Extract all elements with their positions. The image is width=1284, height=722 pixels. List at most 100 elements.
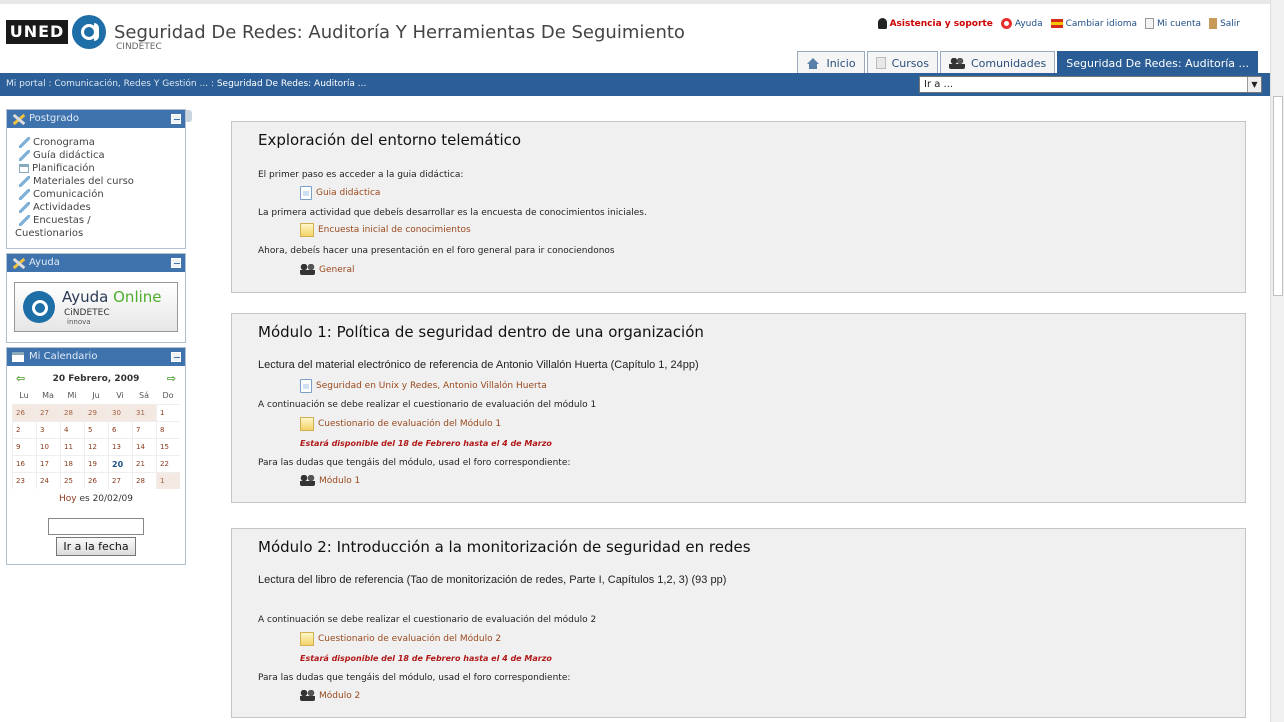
pencil-icon xyxy=(19,215,30,226)
forum-link[interactable]: General xyxy=(300,264,354,275)
calendar-day[interactable]: 31 xyxy=(132,404,156,421)
calendar-day[interactable]: 11 xyxy=(60,438,84,455)
calendar-day[interactable]: 8 xyxy=(156,421,180,438)
collapse-block-icon[interactable] xyxy=(171,114,181,124)
collapse-block-icon[interactable] xyxy=(171,352,181,362)
navigation-bar: Mi portal : Comunicación, Redes Y Gestió… xyxy=(0,73,1270,96)
uned-logo[interactable]: UNED xyxy=(6,20,68,44)
section-1: Módulo 1: Política de seguridad dentro d… xyxy=(231,313,1246,503)
menu-item-encuestas[interactable]: Encuestas / xyxy=(19,214,177,227)
quiz-link[interactable]: Encuesta inicial de conocimientos xyxy=(300,223,471,237)
calendar-day[interactable]: 15 xyxy=(156,438,180,455)
section-0: Exploración del entorno telemático El pr… xyxy=(231,121,1246,293)
section-text: Para las dudas que tengáis del módulo, u… xyxy=(258,458,571,468)
calendar-day[interactable]: 4 xyxy=(60,421,84,438)
calendar-day[interactable]: 12 xyxy=(84,438,108,455)
next-month-arrow-icon[interactable]: ⇨ xyxy=(167,372,176,385)
today-link[interactable]: Hoy xyxy=(59,494,77,504)
calendar-day[interactable]: 28 xyxy=(132,472,156,489)
dropdown-arrow-icon[interactable]: ▼ xyxy=(1247,77,1261,92)
calendar-day[interactable]: 13 xyxy=(108,438,132,455)
vertical-scrollbar[interactable] xyxy=(1270,0,1284,722)
calendar-day[interactable]: 29 xyxy=(84,404,108,421)
menu-item-label: Guía didáctica xyxy=(33,150,105,161)
calendar-day[interactable]: 2 xyxy=(12,421,36,438)
support-label: Asistencia y soporte xyxy=(889,18,993,29)
cindetec-logo-icon[interactable] xyxy=(72,15,106,49)
resource-link[interactable]: Guia didáctica xyxy=(300,186,380,200)
weekday-header: Vi xyxy=(116,391,124,400)
calendar-day[interactable]: 26 xyxy=(12,404,36,421)
menu-item-label: Encuestas / xyxy=(33,215,91,226)
calendar-day[interactable]: 14 xyxy=(132,438,156,455)
calendar-day[interactable]: 16 xyxy=(12,455,36,472)
help-link[interactable]: Ayuda xyxy=(1000,18,1043,29)
ayuda-online-banner[interactable]: Ayuda Online CiNDETEC innova xyxy=(14,282,178,332)
menu-item-cuestionarios[interactable]: Cuestionarios xyxy=(15,227,177,240)
calendar-day[interactable]: 17 xyxy=(36,455,60,472)
calendar-day[interactable]: 23 xyxy=(12,472,36,489)
tab-current-course[interactable]: Seguridad De Redes: Auditoría ... xyxy=(1057,51,1258,74)
calendar-day[interactable]: 24 xyxy=(36,472,60,489)
calendar-day[interactable]: 1 xyxy=(156,472,180,489)
calendar: ⇦ 20 Febrero, 2009 ⇨ Lu Ma Mi Ju Vi Sá Do 26 27 2… xyxy=(7,366,185,564)
resource-label: Módulo 1 xyxy=(319,475,361,486)
calendar-day[interactable]: 21 xyxy=(132,455,156,472)
tab-home[interactable]: Inicio xyxy=(797,51,865,74)
goto-date-button[interactable]: Ir a la fecha xyxy=(56,537,136,556)
calendar-day[interactable]: 1 xyxy=(156,404,180,421)
breadcrumb-path[interactable]: Mi portal : Comunicación, Redes Y Gestió… xyxy=(6,79,217,89)
tab-courses-label: Cursos xyxy=(891,56,929,70)
calendar-day[interactable]: 18 xyxy=(60,455,84,472)
calendar-nav: ⇦ 20 Febrero, 2009 ⇨ xyxy=(12,372,180,389)
menu-item-cronograma[interactable]: Cronograma xyxy=(19,136,177,149)
support-link[interactable]: Asistencia y soporte xyxy=(877,18,993,29)
menu-item-planificacion[interactable]: Planificación xyxy=(19,162,177,175)
language-link[interactable]: Cambiar idioma xyxy=(1050,18,1137,29)
calendar-day[interactable]: 6 xyxy=(108,421,132,438)
calendar-day[interactable]: 20 xyxy=(108,455,132,472)
forum-link[interactable]: Módulo 2 xyxy=(300,690,360,701)
calendar-icon xyxy=(12,352,24,362)
calendar-day[interactable]: 10 xyxy=(36,438,60,455)
calendar-day[interactable]: 19 xyxy=(84,455,108,472)
account-link[interactable]: Mi cuenta xyxy=(1144,18,1201,29)
collapse-block-icon[interactable] xyxy=(171,258,181,268)
calendar-day[interactable]: 27 xyxy=(108,472,132,489)
menu-item-actividades[interactable]: Actividades xyxy=(19,201,177,214)
menu-item-label: Cuestionarios xyxy=(15,228,84,239)
resource-link[interactable]: Seguridad en Unix y Redes, Antonio Villa… xyxy=(300,379,547,393)
menu-item-comunicacion[interactable]: Comunicación xyxy=(19,188,177,201)
calendar-day[interactable]: 9 xyxy=(12,438,36,455)
sidebar-collapse-handle[interactable] xyxy=(186,110,192,122)
calendar-day[interactable]: 3 xyxy=(36,421,60,438)
tab-communities[interactable]: Comunidades xyxy=(939,51,1056,74)
tools-icon xyxy=(11,257,25,269)
section-text: El primer paso es acceder a la guia didá… xyxy=(258,170,464,180)
main-tabs: Inicio Cursos Comunidades Seguridad De R… xyxy=(795,51,1258,74)
calendar-day[interactable]: 25 xyxy=(60,472,84,489)
quiz-link[interactable]: Cuestionario de evaluación del Módulo 2 xyxy=(300,632,501,646)
tab-courses[interactable]: Cursos xyxy=(866,51,938,74)
menu-item-guia[interactable]: Guía didáctica xyxy=(19,149,177,162)
calendar-day[interactable]: 26 xyxy=(84,472,108,489)
calendar-day[interactable]: 5 xyxy=(84,421,108,438)
logout-link[interactable]: Salir xyxy=(1209,18,1240,29)
site-header: UNED CINDETEC Seguridad De Redes: Audito… xyxy=(0,0,1270,74)
postgrado-header: Postgrado xyxy=(7,110,185,128)
calendar-day[interactable]: 7 xyxy=(132,421,156,438)
calendar-day[interactable]: 22 xyxy=(156,455,180,472)
forum-link[interactable]: Módulo 1 xyxy=(300,475,360,486)
scrollbar-thumb[interactable] xyxy=(1273,96,1283,296)
availability-note: Estará disponible del 18 de Febrero hast… xyxy=(300,439,552,448)
date-input[interactable] xyxy=(48,518,144,535)
calendar-day[interactable]: 28 xyxy=(60,404,84,421)
header-links: Asistencia y soporte Ayuda Cambiar idiom… xyxy=(877,18,1240,29)
prev-month-arrow-icon[interactable]: ⇦ xyxy=(16,372,25,385)
section-title: Módulo 2: Introducción a la monitorizaci… xyxy=(258,538,751,556)
jump-to-select[interactable]: Ir a ... ▼ xyxy=(919,76,1262,93)
calendar-day[interactable]: 30 xyxy=(108,404,132,421)
menu-item-materiales[interactable]: Materiales del curso xyxy=(19,175,177,188)
quiz-link[interactable]: Cuestionario de evaluación del Módulo 1 xyxy=(300,417,501,431)
calendar-day[interactable]: 27 xyxy=(36,404,60,421)
